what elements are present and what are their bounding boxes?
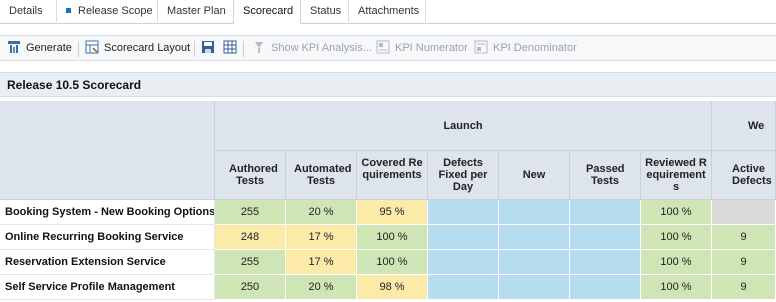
- tab-label: Scorecard: [243, 5, 294, 17]
- cell-covered-requirements[interactable]: 95 %: [357, 200, 428, 225]
- group-header-launch[interactable]: Launch: [215, 101, 712, 151]
- show-kpi-analysis-button[interactable]: Show KPI Analysis...: [252, 39, 372, 58]
- cell-reviewed-requirements[interactable]: 100 %: [641, 275, 712, 300]
- cell-authored-tests[interactable]: 248: [215, 225, 286, 250]
- save-icon: [202, 41, 214, 53]
- cell-covered-requirements[interactable]: 100 %: [357, 225, 428, 250]
- cell-authored-tests[interactable]: 255: [215, 250, 286, 275]
- column-header-active-defects[interactable]: Active Defects: [712, 151, 776, 200]
- group-header-label: We: [748, 120, 765, 132]
- tab-attachments[interactable]: Attachments: [349, 0, 426, 22]
- tab-details[interactable]: Details: [0, 0, 57, 22]
- grid-options-button[interactable]: [223, 39, 237, 58]
- cell-passed-tests[interactable]: [570, 200, 641, 225]
- group-header-next[interactable]: We: [712, 101, 776, 151]
- kpi-numerator-icon: [376, 40, 390, 54]
- column-header-automated-tests[interactable]: Automated Tests: [286, 151, 357, 200]
- tab-status[interactable]: Status: [301, 0, 349, 22]
- kpi-denominator-label: KPI Denominator: [493, 42, 577, 54]
- cell-defects-fixed[interactable]: [428, 200, 499, 225]
- cell-authored-tests[interactable]: 255: [215, 200, 286, 225]
- save-button[interactable]: [201, 39, 215, 58]
- row-header-corner: [0, 101, 215, 200]
- kpi-denominator-icon: [474, 40, 488, 54]
- cell-automated-tests[interactable]: 20 %: [286, 200, 357, 225]
- row-header[interactable]: Booking System - New Booking Options: [0, 200, 215, 225]
- toolbar-separator: [78, 41, 79, 57]
- column-header-label: Defects Fixed per Day: [438, 157, 488, 193]
- cell-defects-fixed[interactable]: [428, 250, 499, 275]
- kpi-numerator-button[interactable]: KPI Numerator: [376, 39, 468, 58]
- tab-label: Status: [310, 5, 342, 17]
- page-title: Release 10.5 Scorecard: [7, 78, 142, 92]
- generate-icon: [8, 41, 20, 53]
- column-header-passed-tests[interactable]: Passed Tests: [570, 151, 641, 200]
- show-kpi-analysis-label: Show KPI Analysis...: [271, 42, 372, 54]
- cell-new[interactable]: [499, 250, 570, 275]
- tab-label: Attachments: [358, 5, 420, 17]
- column-header-label: Covered Requirements: [361, 157, 423, 181]
- row-header[interactable]: Self Service Profile Management: [0, 275, 215, 300]
- tab-master-plan[interactable]: Master Plan: [158, 0, 234, 22]
- cell-reviewed-requirements[interactable]: 100 %: [641, 200, 712, 225]
- toolbar: Generate Scorecard Layout Show KPI Analy…: [0, 35, 776, 61]
- cell-automated-tests[interactable]: 20 %: [286, 275, 357, 300]
- column-header-label: Active Defects: [732, 163, 772, 187]
- cell-automated-tests[interactable]: 17 %: [286, 250, 357, 275]
- cell-reviewed-requirements[interactable]: 100 %: [641, 250, 712, 275]
- tab-scorecard[interactable]: Scorecard: [233, 0, 301, 24]
- cell-passed-tests[interactable]: [570, 250, 641, 275]
- kpi-analysis-icon: [255, 42, 263, 53]
- column-header-label: Reviewed Requirements: [645, 157, 707, 193]
- generate-label: Generate: [26, 42, 72, 54]
- tab-label: Release Scope: [78, 5, 153, 17]
- tab-label: Details: [9, 5, 43, 17]
- cell-reviewed-requirements[interactable]: 100 %: [641, 225, 712, 250]
- cell-passed-tests[interactable]: [570, 275, 641, 300]
- cell-new[interactable]: [499, 275, 570, 300]
- toolbar-separator: [194, 41, 195, 57]
- cell-new[interactable]: [499, 225, 570, 250]
- cell-active-defects[interactable]: [712, 200, 776, 225]
- toolbar-separator: [243, 41, 244, 57]
- column-header-authored-tests[interactable]: Authored Tests: [215, 151, 286, 200]
- cell-authored-tests[interactable]: 250: [215, 275, 286, 300]
- row-header[interactable]: Reservation Extension Service: [0, 250, 215, 275]
- column-header-label: New: [522, 169, 546, 181]
- cell-new[interactable]: [499, 200, 570, 225]
- scorecard-title-bar: Release 10.5 Scorecard: [0, 72, 776, 97]
- cell-active-defects[interactable]: 9: [712, 225, 776, 250]
- cell-active-defects[interactable]: 9: [712, 275, 776, 300]
- column-header-defects-fixed[interactable]: Defects Fixed per Day: [428, 151, 499, 200]
- column-header-new[interactable]: New: [499, 151, 570, 200]
- cell-active-defects[interactable]: 9: [712, 250, 776, 275]
- cell-covered-requirements[interactable]: 100 %: [357, 250, 428, 275]
- column-header-reviewed-requirements[interactable]: Reviewed Requirements: [641, 151, 712, 200]
- kpi-denominator-button[interactable]: KPI Denominator: [474, 39, 577, 58]
- group-header-label: Launch: [443, 120, 483, 132]
- column-header-covered-requirements[interactable]: Covered Requirements: [357, 151, 428, 200]
- cell-defects-fixed[interactable]: [428, 275, 499, 300]
- cell-defects-fixed[interactable]: [428, 225, 499, 250]
- modified-marker-icon: [66, 8, 71, 13]
- scorecard-layout-label: Scorecard Layout: [104, 42, 191, 54]
- cell-passed-tests[interactable]: [570, 225, 641, 250]
- tab-bar: Details Release Scope Master Plan Scorec…: [0, 0, 776, 24]
- scorecard-grid: Launch We Authored Tests Automated Tests…: [0, 101, 776, 302]
- tab-label: Master Plan: [167, 5, 226, 17]
- scorecard-layout-button[interactable]: Scorecard Layout: [85, 39, 190, 58]
- cell-automated-tests[interactable]: 17 %: [286, 225, 357, 250]
- row-header[interactable]: Online Recurring Booking Service: [0, 225, 215, 250]
- grid-settings-icon: [223, 40, 237, 54]
- column-header-label: Passed Tests: [586, 163, 625, 187]
- kpi-numerator-label: KPI Numerator: [395, 42, 468, 54]
- tab-release-scope[interactable]: Release Scope: [57, 0, 158, 22]
- column-header-label: Authored Tests: [229, 163, 278, 187]
- layout-icon: [85, 40, 99, 54]
- generate-button[interactable]: Generate: [7, 39, 72, 58]
- cell-covered-requirements[interactable]: 98 %: [357, 275, 428, 300]
- column-header-label: Automated Tests: [294, 163, 352, 187]
